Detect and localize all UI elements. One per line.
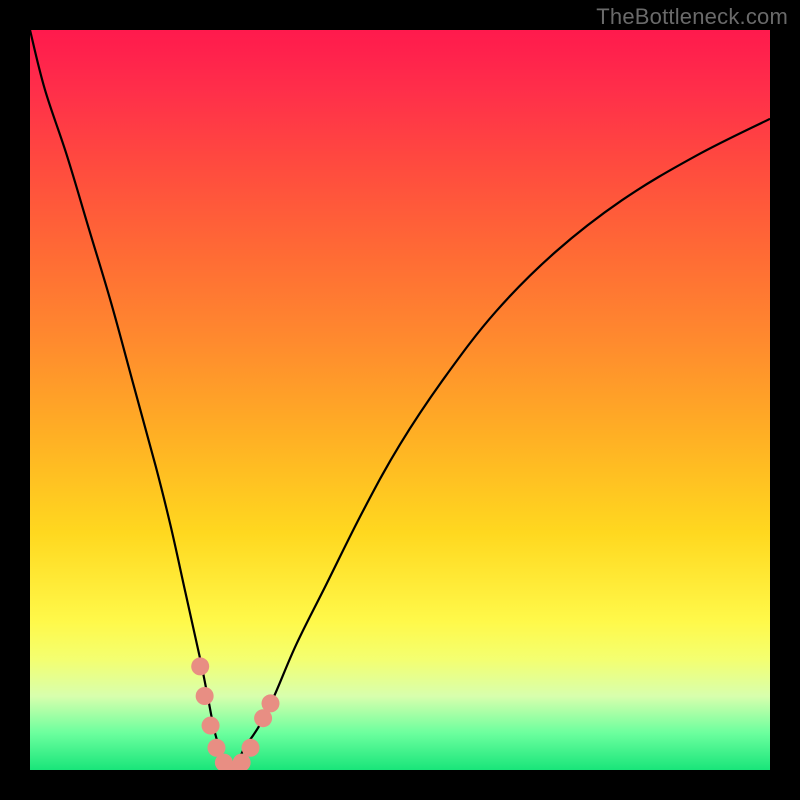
curve-marker bbox=[196, 687, 214, 705]
watermark-text: TheBottleneck.com bbox=[596, 4, 788, 30]
curve-marker bbox=[191, 657, 209, 675]
bottleneck-curve bbox=[30, 30, 770, 770]
outer-frame: TheBottleneck.com bbox=[0, 0, 800, 800]
plot-area bbox=[30, 30, 770, 770]
marker-group bbox=[191, 657, 279, 770]
curve-marker bbox=[202, 717, 220, 735]
chart-svg bbox=[30, 30, 770, 770]
curve-marker bbox=[242, 739, 260, 757]
curve-marker bbox=[262, 694, 280, 712]
